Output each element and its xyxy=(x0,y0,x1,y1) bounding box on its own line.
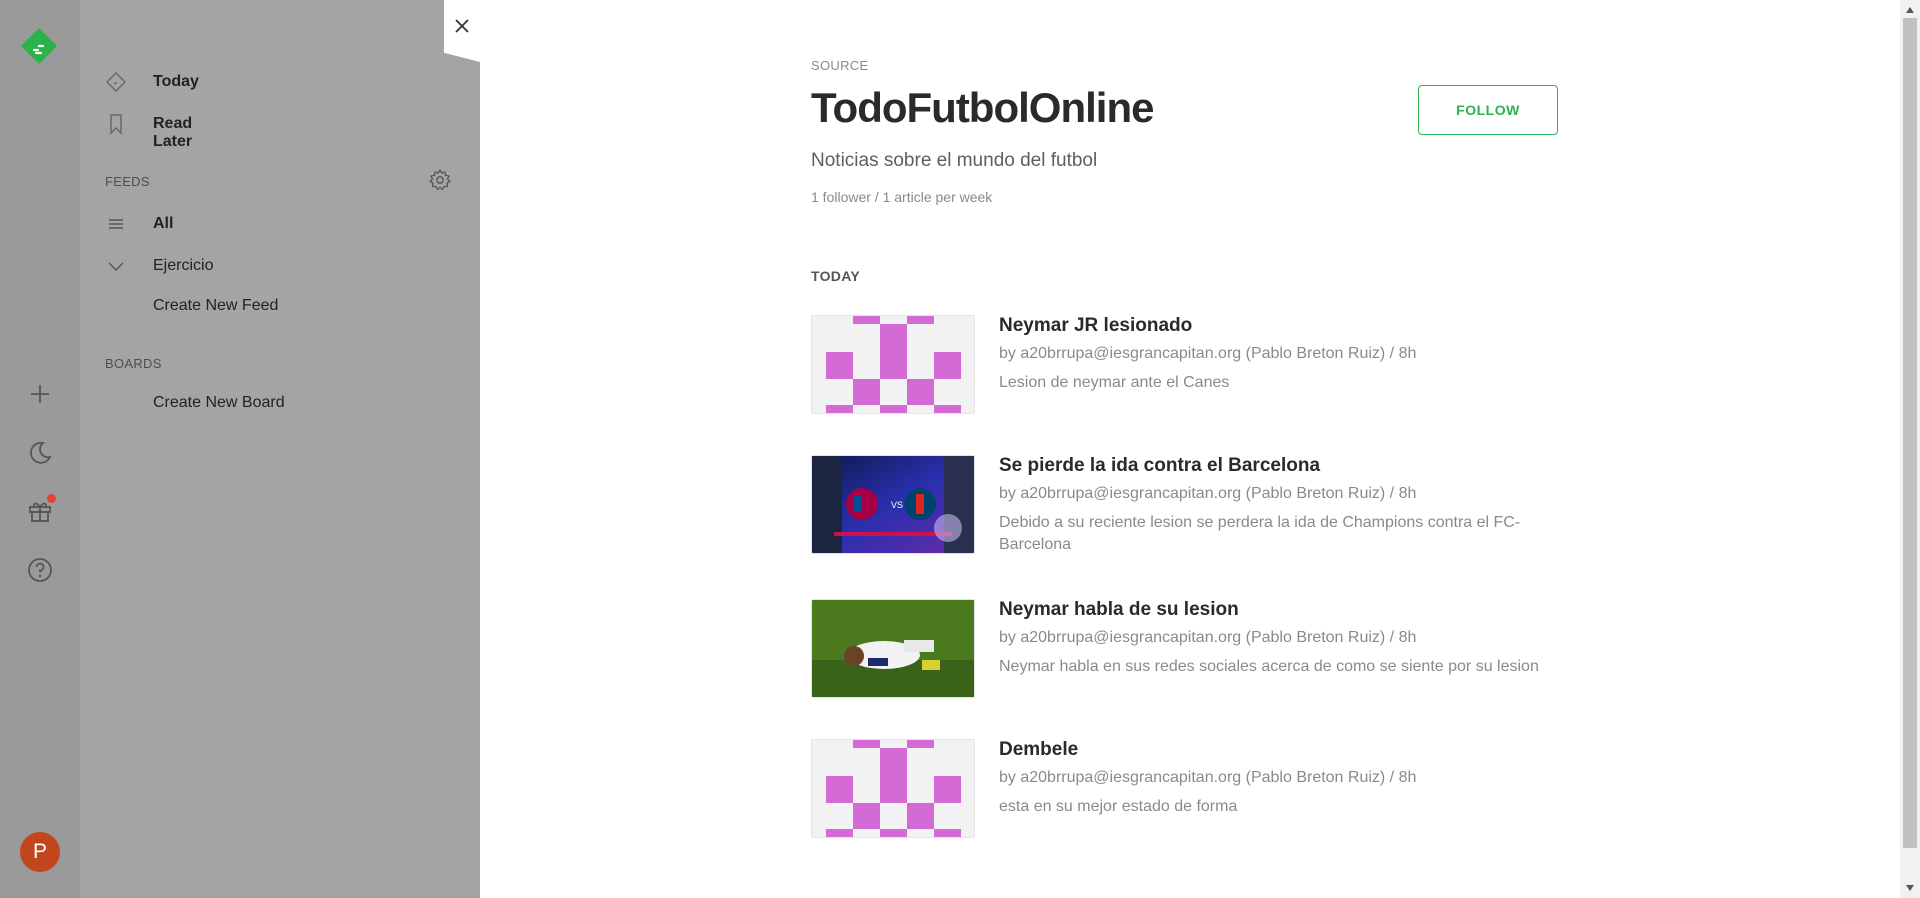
source-detail-panel: SOURCE TodoFutbolOnline FOLLOW Noticias … xyxy=(480,0,1900,898)
article-meta: by a20brrupa@iesgrancapitan.org (Pablo B… xyxy=(999,769,1417,786)
list-icon xyxy=(105,213,127,235)
avatar[interactable]: P xyxy=(20,832,60,872)
article-thumbnail[interactable]: VS xyxy=(811,455,975,554)
source-label: SOURCE xyxy=(811,58,869,73)
article-meta: by a20brrupa@iesgrancapitan.org (Pablo B… xyxy=(999,485,1417,502)
article-summary: esta en su mejor estado de forma xyxy=(999,798,1238,815)
page-title: TodoFutbolOnline xyxy=(811,84,1154,131)
nav-item-label: All xyxy=(153,215,174,232)
article-meta: by a20brrupa@iesgrancapitan.org (Pablo B… xyxy=(999,629,1417,646)
source-stats: 1 follower / 1 article per week xyxy=(811,189,993,205)
nav-item-label: Create New Feed xyxy=(153,297,279,314)
article-title[interactable]: Neymar habla de su lesion xyxy=(999,599,1239,621)
plus-icon[interactable] xyxy=(24,378,56,410)
navigation-panel: Today Read Later FEEDS All Ejercicio Cre… xyxy=(80,0,480,898)
article-summary: Neymar habla en sus redes sociales acerc… xyxy=(999,658,1539,675)
bookmark-icon xyxy=(105,113,127,135)
feeds-section-label: FEEDS xyxy=(105,174,150,189)
article-title[interactable]: Dembele xyxy=(999,739,1078,761)
notification-dot xyxy=(47,494,56,503)
svg-text:VS: VS xyxy=(891,500,903,510)
nav-item-label: Read Later xyxy=(153,115,193,150)
boards-section-label: BOARDS xyxy=(105,356,162,371)
article-title[interactable]: Se pierde la ida contra el Barcelona xyxy=(999,455,1320,477)
nav-item-label: Ejercicio xyxy=(153,257,214,274)
article-thumbnail[interactable] xyxy=(811,315,975,414)
nav-item-label: Create New Board xyxy=(153,394,285,411)
close-icon xyxy=(454,18,470,39)
left-rail: P xyxy=(0,0,80,898)
help-icon[interactable] xyxy=(24,554,56,586)
nav-item-label: Today xyxy=(153,73,199,90)
article-thumbnail[interactable] xyxy=(811,599,975,698)
article-summary: Lesion de neymar ante el Canes xyxy=(999,374,1230,391)
article-summary: Debido a su reciente lesion se perdera l… xyxy=(999,514,1521,553)
feedly-logo-icon[interactable] xyxy=(21,28,57,64)
article-thumbnail[interactable] xyxy=(811,739,975,838)
follow-button[interactable]: FOLLOW xyxy=(1418,85,1558,135)
close-button[interactable] xyxy=(444,0,480,62)
chevron-down-icon[interactable] xyxy=(105,255,127,277)
scroll-down-arrow-icon[interactable] xyxy=(1904,882,1916,894)
gear-icon[interactable] xyxy=(428,168,452,192)
scroll-up-arrow-icon[interactable] xyxy=(1904,4,1916,16)
create-new-feed-link[interactable]: Create New Feed xyxy=(153,297,278,315)
section-label-today: TODAY xyxy=(811,268,860,284)
article-meta: by a20brrupa@iesgrancapitan.org (Pablo B… xyxy=(999,345,1417,362)
today-icon xyxy=(105,71,127,93)
create-new-board-link[interactable]: Create New Board xyxy=(153,394,285,412)
source-description: Noticias sobre el mundo del futbol xyxy=(811,150,1098,171)
moon-icon[interactable] xyxy=(24,437,56,469)
article-title[interactable]: Neymar JR lesionado xyxy=(999,315,1192,337)
scrollbar-thumb[interactable] xyxy=(1903,18,1917,848)
